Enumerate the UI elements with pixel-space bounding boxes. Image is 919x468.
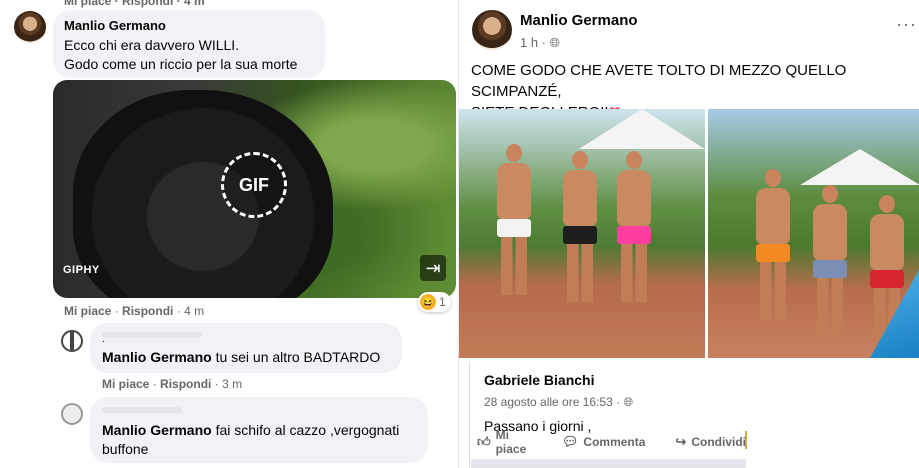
like-label: Mi piace [495,428,527,456]
comment-bubble: . Manlio Germano tu sei un altro BADTARD… [90,323,402,373]
like-button[interactable]: 👍︎ Mi piace [477,428,532,456]
shared-meta: 28 agosto alle ore 16:53 · 🌐︎ [484,395,633,410]
post-meta: 1 h · 🌐︎ [520,35,560,51]
comment-button[interactable]: 💬︎ Commenta [562,434,646,450]
post-action-bar: 👍︎ Mi piace 💬︎ Commenta ↪ Condividi [471,428,746,456]
comment-icon: 💬︎ [561,434,579,449]
post-author[interactable]: Manlio Germano [520,12,638,29]
post-photo[interactable] [459,109,705,358]
avatar[interactable] [61,403,83,425]
person [615,151,653,302]
comment-text-line2: Godo come un riccio per la sua morte [64,56,298,72]
like-link[interactable]: Mi piace [64,304,111,318]
post-text-line1: COME GODO CHE AVETE TOLTO DI MEZZO QUELL… [471,62,847,100]
shared-divider [469,362,470,468]
reaction-count: 1 [439,295,446,309]
reaction-summary[interactable]: 😆 1 [418,292,451,312]
comment-text: Manlio Germano fai schifo al cazzo ,verg… [102,421,399,440]
share-label: Condividi [691,435,746,449]
comment-time[interactable]: 4 m [184,304,204,318]
comment-prefix: . [102,334,105,345]
gif-attachment[interactable]: GIF GIPHY ⇥ [53,80,456,298]
person [811,185,849,336]
comment-label: Commenta [583,435,646,449]
comment-text-line1: Ecco chi era davvero WILLI. [64,37,240,53]
person [495,144,533,295]
more-icon[interactable]: ··· [896,14,917,35]
comment-body: fai schifo al cazzo ,vergognati [215,422,400,438]
comment-author[interactable]: Manlio Germano [64,18,166,33]
comment-body: tu sei un altro BADTARDO [215,349,381,365]
globe-icon: 🌐︎ [549,35,561,50]
reply-link[interactable]: Rispondi [160,377,211,391]
avatar[interactable] [61,330,83,352]
gif-image [73,90,333,298]
globe-icon: 🌐︎ [623,395,634,409]
divider-mark [745,431,747,449]
top-cut-actions: Mi piace · Rispondi · 4 m [64,0,205,8]
like-icon: 👍︎ [477,434,491,449]
comment-actions: Mi piace · Rispondi · 3 m [102,377,243,391]
comment-actions: Mi piace · Rispondi · 4 m [64,304,205,318]
shared-author[interactable]: Gabriele Bianchi [484,372,594,388]
post-time[interactable]: 1 h · [520,35,546,50]
shared-date[interactable]: 28 agosto alle ore 16:53 · [484,395,620,409]
mention-link[interactable]: Manlio Germano [102,422,212,438]
comment-time[interactable]: 3 m [222,377,242,391]
post-panel: Manlio Germano 1 h · 🌐︎ ··· COME GODO CH… [458,0,919,468]
share-icon: ↪ [675,434,687,449]
gif-play-badge[interactable]: GIF [221,152,287,218]
haha-reaction-icon: 😆 [420,294,436,310]
hidden-author-name [102,407,182,413]
avatar[interactable] [14,11,46,43]
comment-bubble: Manlio Germano Ecco chi era davvero WILL… [53,10,325,78]
external-share-icon[interactable]: ⇥ [420,255,446,281]
hidden-author-name [102,332,202,338]
mention-link[interactable]: Manlio Germano [102,349,212,365]
avatar[interactable] [472,10,512,50]
comments-panel: Mi piace · Rispondi · 4 m Manlio Germano… [0,0,460,468]
person [754,169,792,320]
umbrella [579,109,705,149]
person [561,151,599,302]
comment-body-line2: buffone [102,441,149,457]
umbrella [800,149,919,185]
share-button[interactable]: ↪ Condividi [675,434,746,450]
like-link[interactable]: Mi piace [102,377,149,391]
giphy-label: GIPHY [63,264,100,276]
reply-link[interactable]: Rispondi [122,304,173,318]
comment-text: Manlio Germano tu sei un altro BADTARDO [102,348,380,367]
bottom-strip [471,459,746,468]
comment-bubble: Manlio Germano fai schifo al cazzo ,verg… [90,397,428,463]
post-photo[interactable] [708,109,919,358]
